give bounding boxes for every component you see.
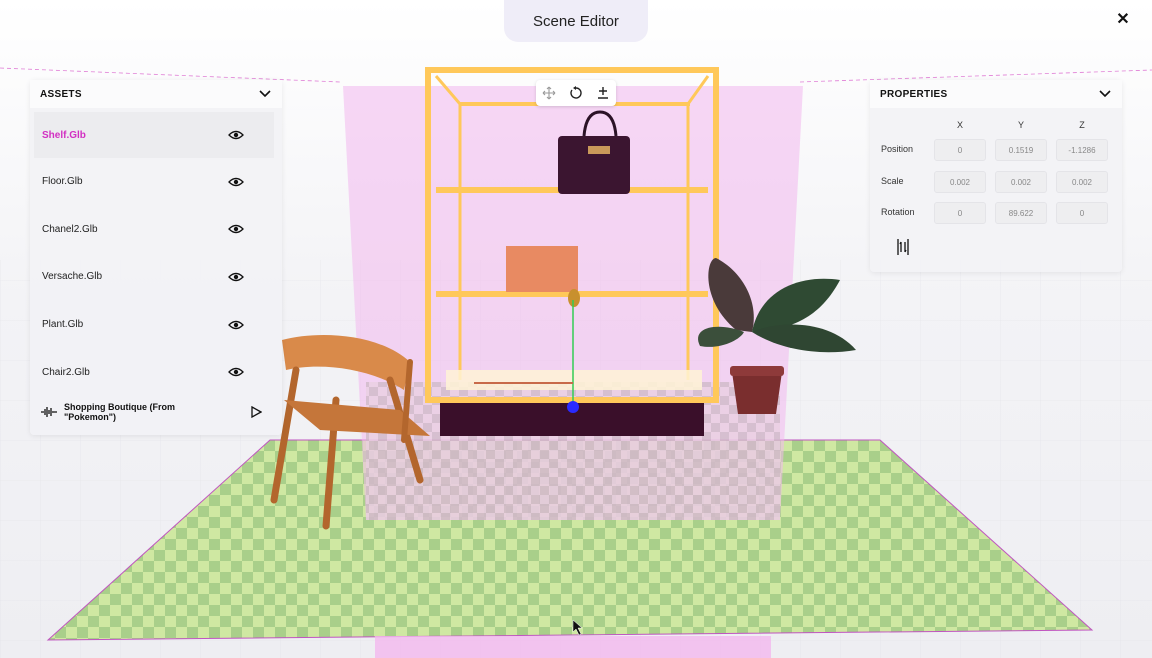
asset-label: Shelf.Glb [42, 129, 86, 141]
assets-header: ASSETS [30, 80, 282, 108]
rotation-z-field[interactable]: 0 [1056, 202, 1108, 224]
eye-icon[interactable] [228, 319, 244, 331]
assets-title: ASSETS [40, 88, 82, 100]
properties-panel: PROPERTIES X Y Z Position 0 0.1519 -1.12… [870, 80, 1122, 272]
rotation-label: Rotation [881, 207, 915, 217]
properties-collapse-button[interactable] [1098, 87, 1112, 101]
asset-item-chanel2[interactable]: Chanel2.Glb [30, 206, 282, 254]
asset-label: Chair2.Glb [42, 366, 90, 378]
eye-icon[interactable] [228, 129, 244, 141]
play-icon[interactable] [250, 406, 262, 418]
position-x-field[interactable]: 0 [934, 139, 986, 161]
transform-toolbar [536, 80, 616, 106]
scale-y-field[interactable]: 0.002 [995, 171, 1047, 193]
column-header-y: Y [1017, 120, 1024, 130]
asset-label: Versache.Glb [42, 271, 103, 283]
eye-icon[interactable] [228, 271, 244, 283]
eye-icon[interactable] [228, 223, 244, 235]
audio-track: Shopping Boutique (From "Pokemon") [30, 395, 282, 429]
chevron-down-icon [259, 90, 271, 98]
move-icon [542, 86, 556, 100]
properties-header: PROPERTIES [870, 80, 1122, 108]
close-icon: ✕ [1116, 11, 1130, 28]
rotate-icon [570, 86, 582, 99]
audio-track-label: Shopping Boutique (From "Pokemon") [64, 402, 175, 422]
scale-label: Scale [881, 176, 904, 186]
transform-gizmo-handle [567, 401, 579, 413]
eye-icon[interactable] [228, 176, 244, 188]
assets-collapse-button[interactable] [258, 87, 272, 101]
column-header-x: X [956, 120, 963, 130]
close-button[interactable]: ✕ [1114, 10, 1132, 28]
scale-z-field[interactable]: 0.002 [1056, 171, 1108, 193]
asset-item-plant[interactable]: Plant.Glb [30, 301, 282, 349]
asset-label: Chanel2.Glb [42, 223, 98, 235]
move-button[interactable] [541, 85, 557, 101]
asset-label: Plant.Glb [42, 319, 84, 331]
asset-item-versache[interactable]: Versache.Glb [30, 253, 282, 301]
rotation-y-field[interactable]: 89.622 [995, 202, 1047, 224]
clutch-model [506, 246, 578, 292]
chevron-down-icon [1099, 90, 1111, 98]
rotation-x-field[interactable]: 0 [934, 202, 986, 224]
asset-item-shelf[interactable]: Shelf.Glb [34, 112, 274, 158]
page-title: Scene Editor [533, 12, 619, 30]
rotate-button[interactable] [568, 85, 584, 101]
asset-item-chair2[interactable]: Chair2.Glb [30, 348, 282, 396]
assets-panel: ASSETS Shelf.Glb Floor.Glb Chanel2.Glb V… [30, 80, 282, 435]
waveform-icon [41, 407, 57, 417]
position-z-field[interactable]: -1.1286 [1056, 139, 1108, 161]
position-label: Position [881, 144, 914, 154]
editor-title: Scene Editor [504, 0, 648, 42]
scale-button[interactable] [595, 85, 611, 101]
scale-x-field[interactable]: 0.002 [934, 171, 986, 193]
asset-item-floor[interactable]: Floor.Glb [30, 158, 282, 206]
eye-icon[interactable] [228, 366, 244, 378]
align-icon[interactable] [896, 238, 910, 256]
column-header-z: Z [1079, 120, 1085, 130]
scale-icon [597, 87, 608, 99]
properties-title: PROPERTIES [880, 88, 948, 100]
position-y-field[interactable]: 0.1519 [995, 139, 1047, 161]
asset-label: Floor.Glb [42, 176, 83, 188]
